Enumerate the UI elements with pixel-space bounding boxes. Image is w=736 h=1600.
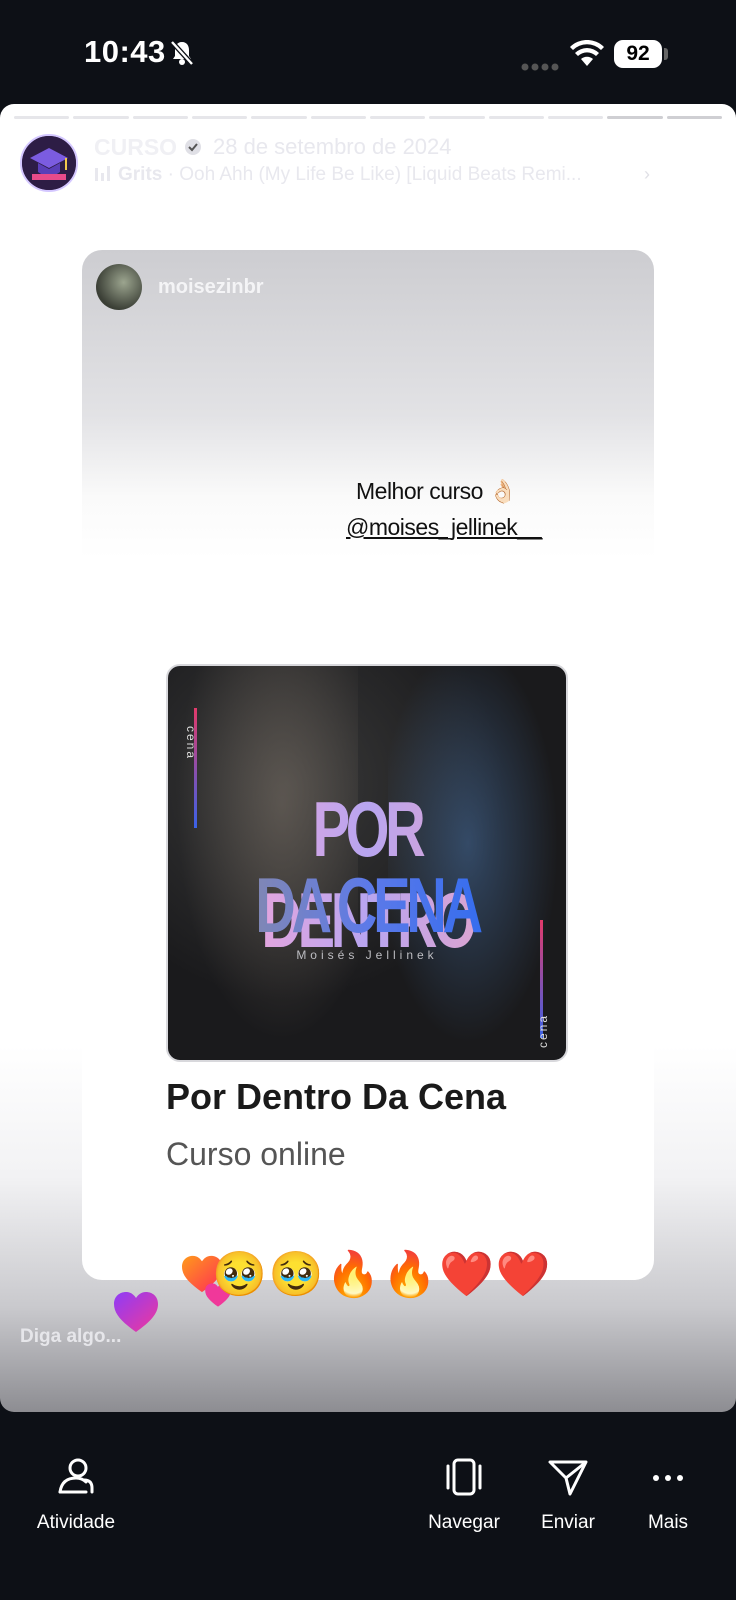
post-author-avatar[interactable] bbox=[96, 264, 142, 310]
caption-line-1: Melhor curso 👌🏻 bbox=[356, 478, 517, 504]
music-bars-icon bbox=[94, 165, 112, 189]
activity-label: Atividade bbox=[36, 1512, 116, 1533]
course-cover-image[interactable]: cena POR DENTRO DA CENA Moisés Jellinek … bbox=[166, 664, 568, 1062]
progress-segment bbox=[14, 116, 70, 119]
progress-segment bbox=[548, 116, 604, 119]
more-label: Mais bbox=[647, 1512, 689, 1533]
progress-segment bbox=[192, 116, 248, 119]
progress-segment bbox=[132, 116, 188, 119]
bottom-toolbar: Atividade Navegar Enviar Mais bbox=[0, 1412, 736, 1600]
progress-segment bbox=[73, 116, 129, 119]
story-date: 28 de setembro de 2024 bbox=[213, 134, 452, 159]
post-username[interactable]: moisezinbr bbox=[158, 276, 264, 299]
battery-cap bbox=[664, 48, 668, 60]
reshared-post-card[interactable]: moisezinbr Melhor curso 👌🏻 @moises_jelli… bbox=[82, 250, 654, 1280]
cover-author: Moisés Jellinek bbox=[296, 948, 438, 962]
music-attribution[interactable]: Grits · Ooh Ahh (My Life Be Like) [Liqui… bbox=[94, 164, 582, 189]
more-icon bbox=[608, 1456, 728, 1500]
cover-title-line-2: DA CENA bbox=[224, 860, 511, 951]
browse-icon bbox=[404, 1456, 524, 1500]
course-subtitle: Curso online bbox=[166, 1136, 346, 1172]
mention-link[interactable]: @moises_jellinek__ bbox=[346, 514, 542, 541]
cover-tag: cena bbox=[184, 726, 198, 761]
progress-segment bbox=[310, 116, 366, 119]
progress-segment bbox=[370, 116, 426, 119]
progress-segment bbox=[607, 116, 663, 119]
account-avatar[interactable] bbox=[20, 134, 78, 192]
course-title: Por Dentro Da Cena bbox=[166, 1076, 507, 1117]
music-track: · Ooh Ahh (My Life Be Like) [Liquid Beat… bbox=[162, 164, 582, 185]
cover-tag: cena bbox=[536, 1013, 550, 1048]
progress-segment bbox=[666, 116, 722, 119]
progress-segment bbox=[251, 116, 307, 119]
music-artist: Grits bbox=[118, 164, 163, 185]
clock: 10:43 bbox=[84, 34, 166, 69]
progress-segment bbox=[488, 116, 544, 119]
chevron-right-icon[interactable]: › bbox=[644, 164, 650, 185]
account-name[interactable]: CURSO bbox=[94, 134, 177, 161]
signal-icon bbox=[521, 58, 559, 76]
story-viewer[interactable]: CURSO 28 de setembro de 2024 Grits · Ooh… bbox=[0, 104, 736, 1412]
verified-badge-icon bbox=[184, 138, 202, 161]
close-icon[interactable] bbox=[680, 158, 720, 198]
bell-slash-icon bbox=[170, 40, 194, 71]
story-header: CURSO 28 de setembro de 2024 Grits · Ooh… bbox=[0, 128, 736, 198]
activity-icon bbox=[16, 1456, 136, 1500]
reply-input[interactable]: Diga algo... bbox=[20, 1326, 121, 1348]
status-bar: 10:43 92 bbox=[0, 0, 736, 104]
wifi-icon bbox=[569, 39, 605, 73]
quick-reactions[interactable]: 🥹🥹🔥🔥❤️❤️ bbox=[212, 1248, 553, 1300]
browse-label: Navegar bbox=[428, 1512, 500, 1533]
battery-icon: 92 bbox=[614, 40, 662, 68]
progress-segment bbox=[429, 116, 485, 119]
story-progress-bar bbox=[14, 116, 722, 120]
